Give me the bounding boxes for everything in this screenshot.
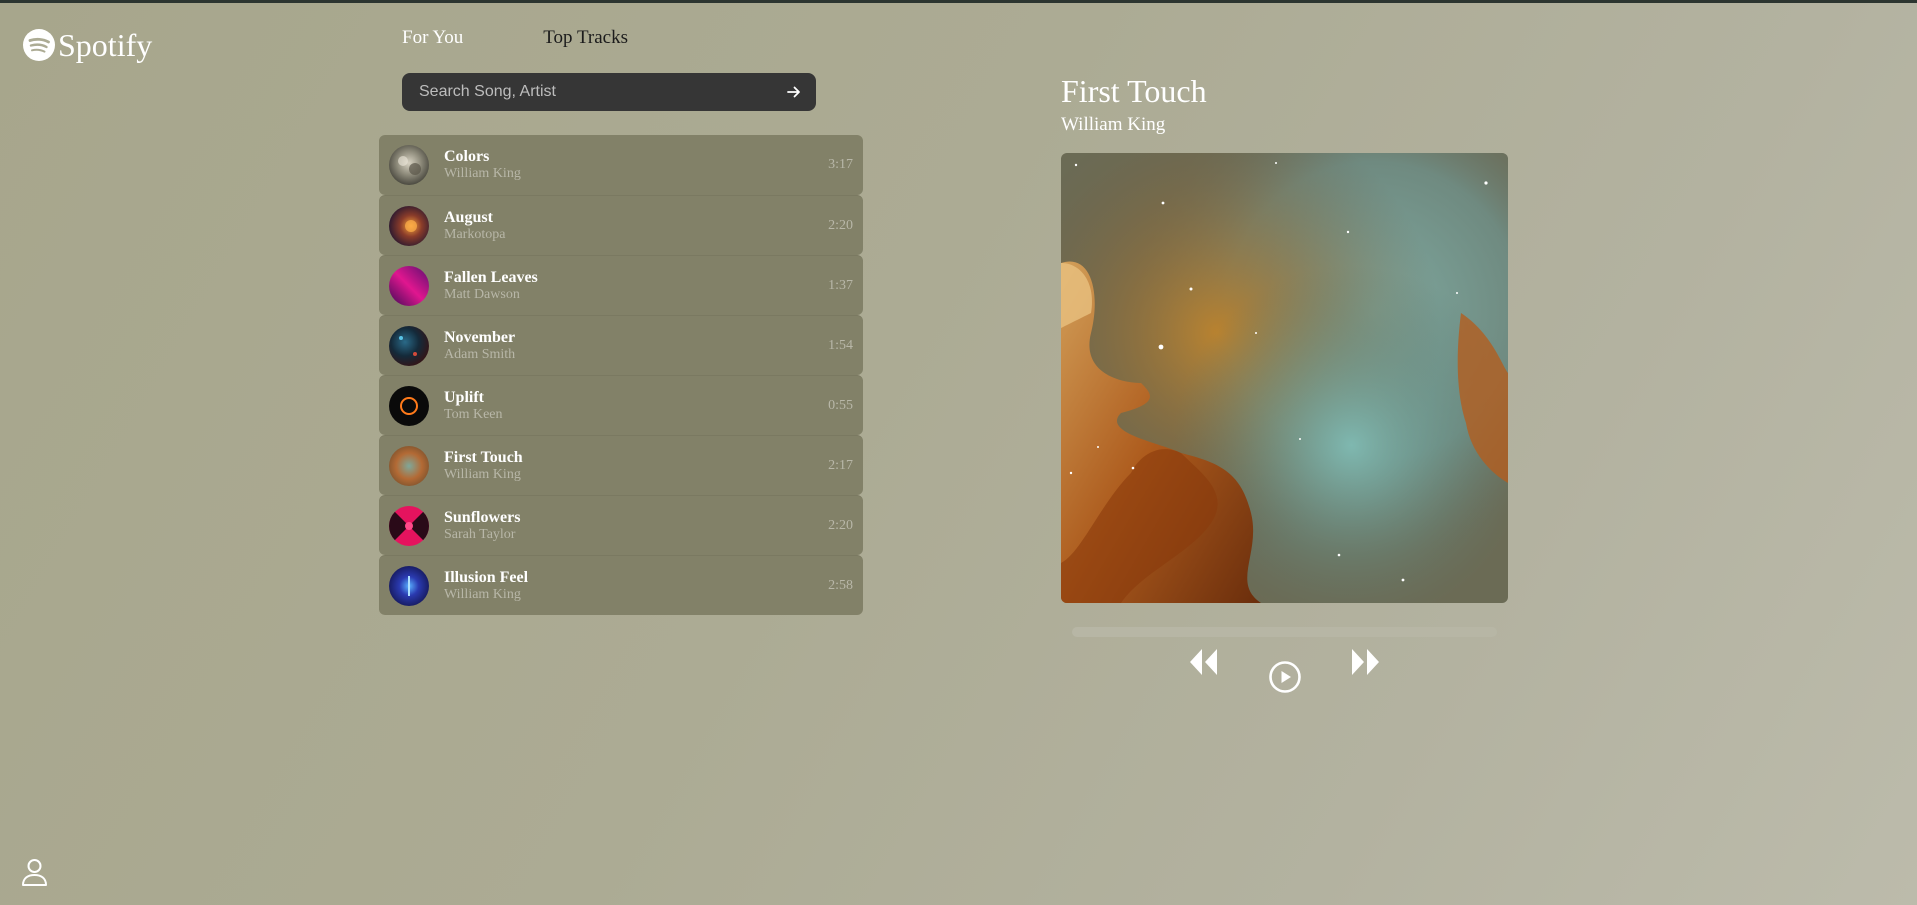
track-cover-image xyxy=(389,205,429,246)
track-title: Colors xyxy=(444,148,490,165)
track-duration: 2:20 xyxy=(828,517,853,533)
search-input[interactable] xyxy=(417,82,784,102)
track-cover-image xyxy=(389,385,429,426)
track-list: Colors William King 3:17 August Markotop… xyxy=(379,135,863,615)
track-item[interactable]: Colors William King 3:17 xyxy=(379,135,863,195)
track-artist: Matt Dawson xyxy=(444,286,520,302)
search-submit-button[interactable] xyxy=(784,82,804,102)
logo-text: Spotify xyxy=(58,27,153,63)
track-item[interactable]: Uplift Tom Keen 0:55 xyxy=(379,375,863,435)
track-title: August xyxy=(444,208,493,226)
spotify-logo[interactable]: Spotify xyxy=(23,26,152,64)
track-duration: 2:17 xyxy=(828,457,853,473)
user-icon[interactable] xyxy=(21,858,48,886)
track-item[interactable]: First Touch William King 2:17 xyxy=(379,435,863,495)
track-title: Fallen Leaves xyxy=(444,268,538,286)
track-info: Colors William King xyxy=(444,148,828,182)
main-tabs: For You Top Tracks xyxy=(402,26,628,50)
now-playing-title: First Touch xyxy=(1061,73,1207,109)
track-info: Uplift Tom Keen xyxy=(444,389,828,423)
track-cover-image xyxy=(389,325,429,366)
track-info: Fallen Leaves Matt Dawson xyxy=(444,269,828,303)
track-title: First Touch xyxy=(444,448,523,466)
track-duration: 0:55 xyxy=(828,397,853,413)
track-artist: Tom Keen xyxy=(444,406,503,422)
now-playing-artist: William King xyxy=(1061,114,1166,135)
track-duration: 3:17 xyxy=(828,157,853,172)
track-duration: 1:54 xyxy=(828,337,853,353)
track-artist: William King xyxy=(444,466,521,482)
fast-forward-icon xyxy=(1352,649,1379,675)
track-title: Uplift xyxy=(444,388,484,406)
track-artist: William King xyxy=(444,586,521,602)
track-cover-image xyxy=(389,145,429,185)
rewind-icon xyxy=(1190,649,1217,675)
track-artist: Markotopa xyxy=(444,226,506,242)
playback-progress-bar[interactable] xyxy=(1072,627,1497,637)
track-item[interactable]: November Adam Smith 1:54 xyxy=(379,315,863,375)
track-info: August Markotopa xyxy=(444,209,828,243)
track-title: Sunflowers xyxy=(444,508,521,526)
track-title: November xyxy=(444,328,516,346)
track-item[interactable]: Fallen Leaves Matt Dawson 1:37 xyxy=(379,255,863,315)
track-info: Sunflowers Sarah Taylor xyxy=(444,509,828,543)
now-playing-cover-image xyxy=(1061,153,1508,603)
search-bar xyxy=(402,73,816,111)
track-title: Illusion Feel xyxy=(444,568,529,586)
fast-forward-button[interactable] xyxy=(1350,648,1382,676)
track-duration: 2:58 xyxy=(828,577,853,593)
top-border xyxy=(0,0,1917,3)
tab-top-tracks[interactable]: Top Tracks xyxy=(543,26,628,50)
rewind-button[interactable] xyxy=(1187,648,1219,676)
track-duration: 1:37 xyxy=(828,277,853,293)
track-artist: William King xyxy=(444,166,521,181)
track-info: Illusion Feel William King xyxy=(444,569,828,603)
track-duration: 2:20 xyxy=(828,217,853,233)
tab-for-you[interactable]: For You xyxy=(402,26,463,50)
track-info: First Touch William King xyxy=(444,449,828,483)
track-cover-image xyxy=(389,265,429,306)
arrow-right-icon xyxy=(787,86,800,98)
track-artist: Adam Smith xyxy=(444,346,516,362)
track-cover-image xyxy=(389,445,429,486)
track-item[interactable]: August Markotopa 2:20 xyxy=(379,195,863,255)
spotify-logo-icon xyxy=(23,29,55,61)
track-item[interactable]: Sunflowers Sarah Taylor 2:20 xyxy=(379,495,863,555)
play-circle-icon xyxy=(1269,661,1301,693)
track-cover-image xyxy=(389,565,429,606)
track-info: November Adam Smith xyxy=(444,329,828,363)
track-artist: Sarah Taylor xyxy=(444,526,516,542)
track-item[interactable]: Illusion Feel William King 2:58 xyxy=(379,555,863,615)
play-button[interactable] xyxy=(1268,660,1302,694)
track-cover-image xyxy=(389,505,429,546)
